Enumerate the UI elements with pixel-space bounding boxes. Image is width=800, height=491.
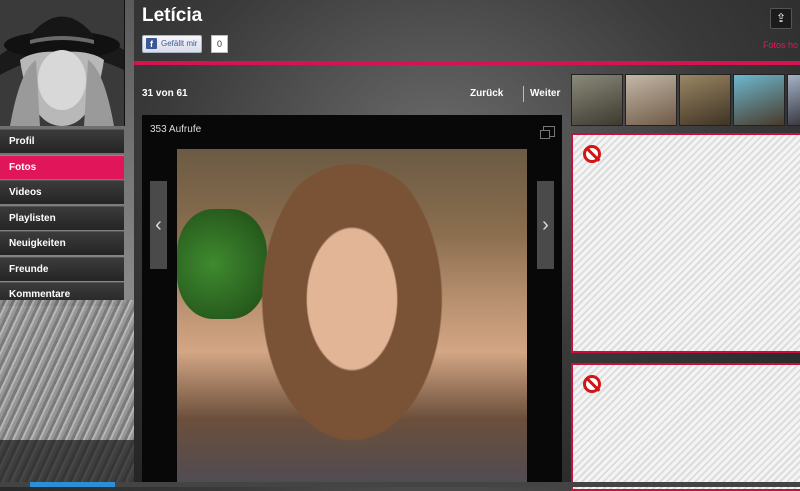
photo-thumbnail[interactable] (679, 74, 731, 126)
ad-placeholder (571, 133, 800, 353)
nav-separator (523, 86, 524, 102)
photo-thumbnail[interactable] (571, 74, 623, 126)
view-count: 353 Aufrufe (150, 124, 202, 135)
sidebar: Profil Fotos Videos Playlisten Neuigkeit… (0, 0, 134, 487)
nav-item-neuigkeiten[interactable]: Neuigkeiten (0, 231, 124, 255)
header-divider (134, 61, 800, 65)
profile-avatar[interactable] (0, 0, 125, 126)
ad-placeholder (571, 363, 800, 491)
fotos-link[interactable]: Fotos ho (763, 40, 798, 50)
facebook-icon: f (146, 38, 157, 49)
expand-icon[interactable] (540, 126, 555, 139)
chevron-right-icon[interactable]: › (537, 181, 554, 269)
nav-item-fotos[interactable]: Fotos (0, 154, 124, 179)
main-photo[interactable] (177, 149, 527, 487)
photo-thumbnail[interactable] (625, 74, 677, 126)
chevron-left-icon[interactable]: ‹ (150, 181, 167, 269)
photo-counter: 31 von 61 (142, 88, 188, 99)
like-count: 0 (211, 35, 229, 53)
blocked-icon (583, 375, 601, 393)
profile-nav: Profil Fotos Videos Playlisten Neuigkeit… (0, 129, 124, 308)
nav-item-videos[interactable]: Videos (0, 180, 124, 204)
photo-viewer: 353 Aufrufe ‹ › (142, 115, 562, 487)
share-icon: ⇪ (775, 11, 787, 25)
bottom-bar (0, 482, 800, 487)
nav-item-freunde[interactable]: Freunde (0, 256, 124, 281)
like-label: Gefällt mir (161, 39, 198, 48)
blocked-icon (583, 145, 601, 163)
photo-thumbnail[interactable] (787, 74, 800, 126)
page-title: Letícia (142, 5, 203, 26)
nav-item-profil[interactable]: Profil (0, 129, 124, 153)
next-link[interactable]: Weiter (530, 88, 560, 99)
nav-item-playlisten[interactable]: Playlisten (0, 205, 124, 230)
photo-thumbnail[interactable] (733, 74, 785, 126)
background-photo-shadow (0, 440, 134, 487)
facebook-like-button[interactable]: f Gefällt mir (142, 35, 203, 53)
share-button[interactable]: ⇪ (770, 8, 792, 29)
previous-link[interactable]: Zurück (470, 88, 503, 99)
